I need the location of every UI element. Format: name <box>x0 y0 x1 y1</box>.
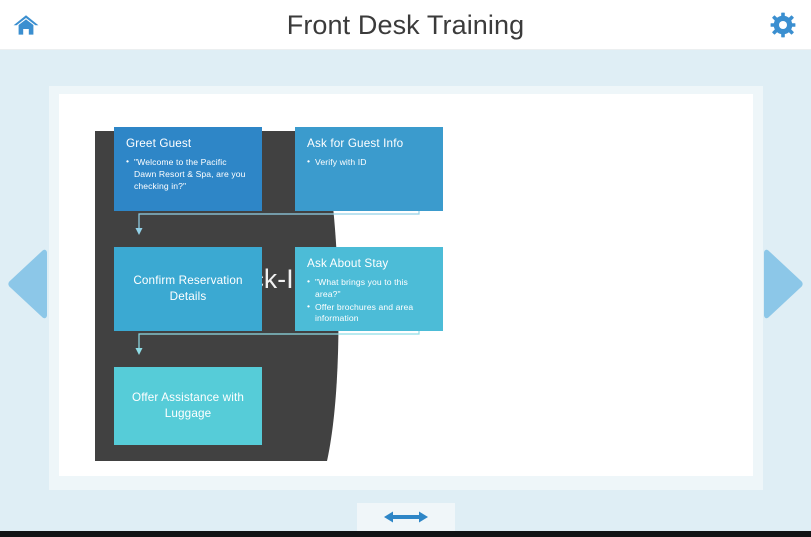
flow-node-title: Greet Guest <box>126 137 192 150</box>
flow-node-bullet: "What brings you to this area?" <box>307 276 431 301</box>
flowchart: Greet Guest "Welcome to the Pacific Dawn… <box>59 94 753 476</box>
flow-node-title: Ask About Stay <box>307 257 389 270</box>
flow-node-greet-guest[interactable]: Greet Guest "Welcome to the Pacific Dawn… <box>114 127 262 211</box>
chevron-left-icon <box>8 249 47 319</box>
flow-node-bullet: Verify with ID <box>307 156 431 169</box>
flow-node-confirm-reservation-details[interactable]: Confirm Reservation Details <box>114 247 262 331</box>
gear-icon <box>770 12 796 38</box>
flow-node-offer-assistance-with-luggage[interactable]: Offer Assistance with Luggage <box>114 367 262 445</box>
chevron-right-icon <box>764 249 803 319</box>
page-title: Front Desk Training <box>286 10 525 40</box>
flow-node-bullets: "Welcome to the Pacific Dawn Resort & Sp… <box>126 156 250 192</box>
flow-node-bullet: "Welcome to the Pacific Dawn Resort & Sp… <box>126 156 250 192</box>
flow-node-bullets: Verify with ID <box>307 156 431 169</box>
slide-frame: Guest Check-In Procedures <box>49 86 763 490</box>
app-header: Front Desk Training <box>0 0 811 50</box>
flow-node-bullet: Offer brochures and area information <box>307 301 431 326</box>
flow-node-ask-about-stay[interactable]: Ask About Stay "What brings you to this … <box>295 247 443 331</box>
flow-node-title: Offer Assistance with Luggage <box>131 391 245 420</box>
flow-node-title: Confirm Reservation Details <box>133 274 243 303</box>
previous-slide-button[interactable] <box>6 248 50 320</box>
resize-handle[interactable] <box>357 503 455 531</box>
bottom-bar <box>0 531 811 537</box>
next-slide-button[interactable] <box>761 248 805 320</box>
flow-node-bullets: "What brings you to this area?" Offer br… <box>307 276 431 326</box>
settings-button[interactable] <box>768 10 798 40</box>
flow-node-ask-for-guest-info[interactable]: Ask for Guest Info Verify with ID <box>295 127 443 211</box>
slide-canvas[interactable]: Guest Check-In Procedures <box>59 94 753 476</box>
flow-node-title: Ask for Guest Info <box>307 137 404 150</box>
resize-horizontal-icon <box>384 511 428 523</box>
